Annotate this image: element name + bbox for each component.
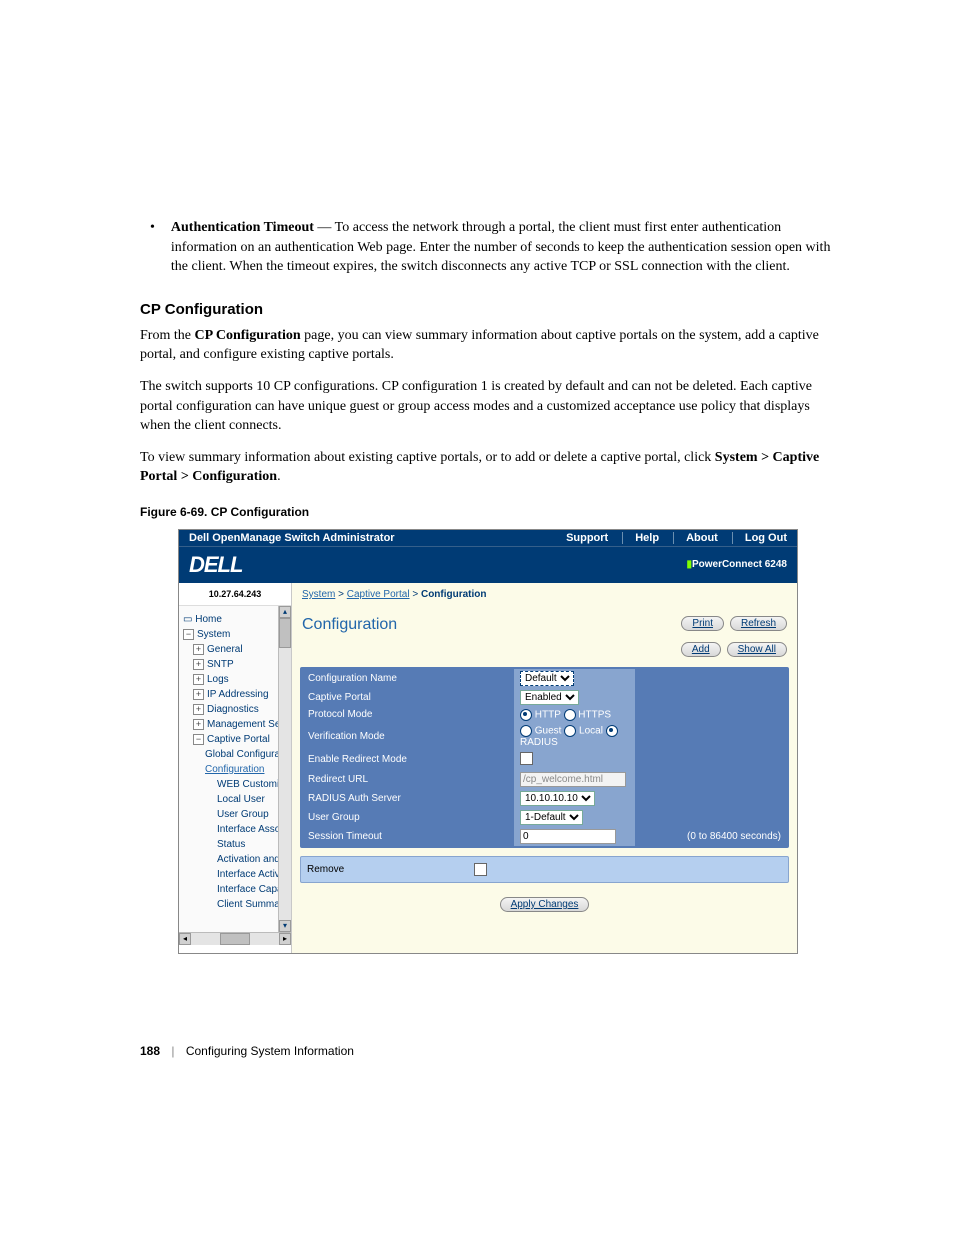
radio-guest[interactable] (520, 725, 532, 737)
radio-https[interactable] (564, 709, 576, 721)
device-ip: 10.27.64.243 (179, 583, 291, 606)
nav-cp-webcustom[interactable]: WEB Customiza (183, 777, 287, 792)
nav-mgmt-security[interactable]: +Management Secur (183, 717, 287, 732)
scroll-thumb-h[interactable] (220, 933, 250, 945)
select-user-group[interactable]: 1-Default (520, 810, 583, 825)
nav-cp-ifcapab[interactable]: Interface Capabil (183, 882, 287, 897)
nav-sntp[interactable]: +SNTP (183, 657, 287, 672)
page-footer: 188 | Configuring System Information (140, 1044, 836, 1058)
chapter-title: Configuring System Information (186, 1044, 354, 1058)
nav-cp-global[interactable]: Global Configurat (183, 747, 287, 762)
scroll-down-icon[interactable]: ▾ (279, 920, 291, 932)
nav-cp-activation[interactable]: Activation and Ac (183, 852, 287, 867)
nav-system[interactable]: −System (183, 627, 287, 642)
nav-diagnostics[interactable]: +Diagnostics (183, 702, 287, 717)
label-enable-redirect: Enable Redirect Mode (302, 750, 514, 770)
main-panel: System > Captive Portal > Configuration … (292, 583, 797, 953)
select-radius-server[interactable]: 10.10.10.10 (520, 791, 595, 806)
nav-tree[interactable]: ▭ Home −System +General +SNTP +Logs +IP … (179, 606, 291, 932)
check-enable-redirect[interactable] (520, 752, 533, 765)
crumb-system[interactable]: System (302, 589, 335, 600)
brand-bar: DELL ▮PowerConnect 6248 (179, 546, 797, 583)
link-support[interactable]: Support (566, 532, 608, 544)
crumb-captive-portal[interactable]: Captive Portal (347, 589, 410, 600)
figure-caption: Figure 6-69. CP Configuration (140, 505, 836, 519)
model-label: ▮PowerConnect 6248 (686, 559, 787, 570)
paragraph-3: To view summary information about existi… (140, 448, 836, 487)
scroll-thumb[interactable] (279, 618, 291, 648)
input-redirect-url[interactable] (520, 772, 626, 787)
page-number: 188 (140, 1044, 160, 1058)
link-about[interactable]: About (673, 532, 718, 544)
config-panel: Configuration Name Default Captive Porta… (300, 667, 789, 848)
nav-scrollbar-vertical[interactable]: ▴ ▾ (278, 606, 291, 932)
bullet-auth-timeout: • Authentication Timeout — To access the… (140, 218, 836, 277)
bullet-marker: • (150, 218, 155, 277)
nav-cp-localuser[interactable]: Local User (183, 792, 287, 807)
select-config-name[interactable]: Default (520, 671, 574, 686)
radio-http[interactable] (520, 709, 532, 721)
refresh-button[interactable]: Refresh (730, 616, 787, 631)
remove-label: Remove (307, 864, 344, 875)
radio-radius[interactable] (606, 725, 618, 737)
topbar-links: Support Help About Log Out (566, 532, 787, 544)
nav-cp-status[interactable]: Status (183, 837, 287, 852)
nav-logs[interactable]: +Logs (183, 672, 287, 687)
paragraph-1: From the CP Configuration page, you can … (140, 326, 836, 365)
bullet-term: Authentication Timeout (171, 220, 314, 235)
page-title: Configuration (302, 616, 397, 634)
label-redirect-url: Redirect URL (302, 770, 514, 789)
nav-ip-addressing[interactable]: +IP Addressing (183, 687, 287, 702)
app-titlebar: Dell OpenManage Switch Administrator Sup… (179, 530, 797, 546)
label-user-group: User Group (302, 808, 514, 827)
check-remove[interactable] (474, 863, 487, 876)
nav-cp-ifactiv[interactable]: Interface Activatio (183, 867, 287, 882)
breadcrumb: System > Captive Portal > Configuration (300, 583, 789, 610)
print-button[interactable]: Print (681, 616, 724, 631)
label-protocol-mode: Protocol Mode (302, 707, 514, 723)
crumb-configuration: Configuration (421, 589, 487, 600)
nav-cp-clientsum[interactable]: Client Summary (183, 897, 287, 912)
nav-general[interactable]: +General (183, 642, 287, 657)
showall-button[interactable]: Show All (727, 642, 787, 657)
label-captive-portal: Captive Portal (302, 688, 514, 707)
label-radius-server: RADIUS Auth Server (302, 789, 514, 808)
embedded-screenshot: Dell OpenManage Switch Administrator Sup… (178, 529, 798, 954)
nav-cp-ifassoc[interactable]: Interface Associa (183, 822, 287, 837)
nav-scrollbar-horizontal[interactable]: ◂ ▸ (179, 932, 291, 945)
nav-sidebar: 10.27.64.243 ▭ Home −System +General +SN… (179, 583, 292, 953)
radio-local[interactable] (564, 725, 576, 737)
radio-verification-mode: Guest Local RADIUS (514, 723, 635, 750)
scroll-left-icon[interactable]: ◂ (179, 933, 191, 945)
input-session-timeout[interactable] (520, 829, 616, 844)
hint-session-timeout: (0 to 86400 seconds) (635, 827, 787, 846)
label-verification-mode: Verification Mode (302, 723, 514, 750)
nav-cp-usergroup[interactable]: User Group (183, 807, 287, 822)
apply-changes-button[interactable]: Apply Changes (500, 897, 590, 912)
paragraph-2: The switch supports 10 CP configurations… (140, 377, 836, 436)
scroll-up-icon[interactable]: ▴ (279, 606, 291, 618)
section-heading: CP Configuration (140, 301, 836, 318)
label-session-timeout: Session Timeout (302, 827, 514, 846)
label-config-name: Configuration Name (302, 669, 514, 688)
nav-cp-configuration[interactable]: Configuration (183, 762, 287, 777)
nav-captive-portal[interactable]: −Captive Portal (183, 732, 287, 747)
link-logout[interactable]: Log Out (732, 532, 787, 544)
remove-panel: Remove (300, 856, 789, 883)
add-button[interactable]: Add (681, 642, 721, 657)
link-help[interactable]: Help (622, 532, 659, 544)
scroll-right-icon[interactable]: ▸ (279, 933, 291, 945)
select-captive-portal[interactable]: Enabled (520, 690, 579, 705)
radio-protocol-mode: HTTP HTTPS (514, 707, 635, 723)
dell-logo: DELL (189, 552, 242, 578)
nav-home[interactable]: ▭ Home (183, 612, 287, 627)
app-title: Dell OpenManage Switch Administrator (189, 532, 395, 544)
